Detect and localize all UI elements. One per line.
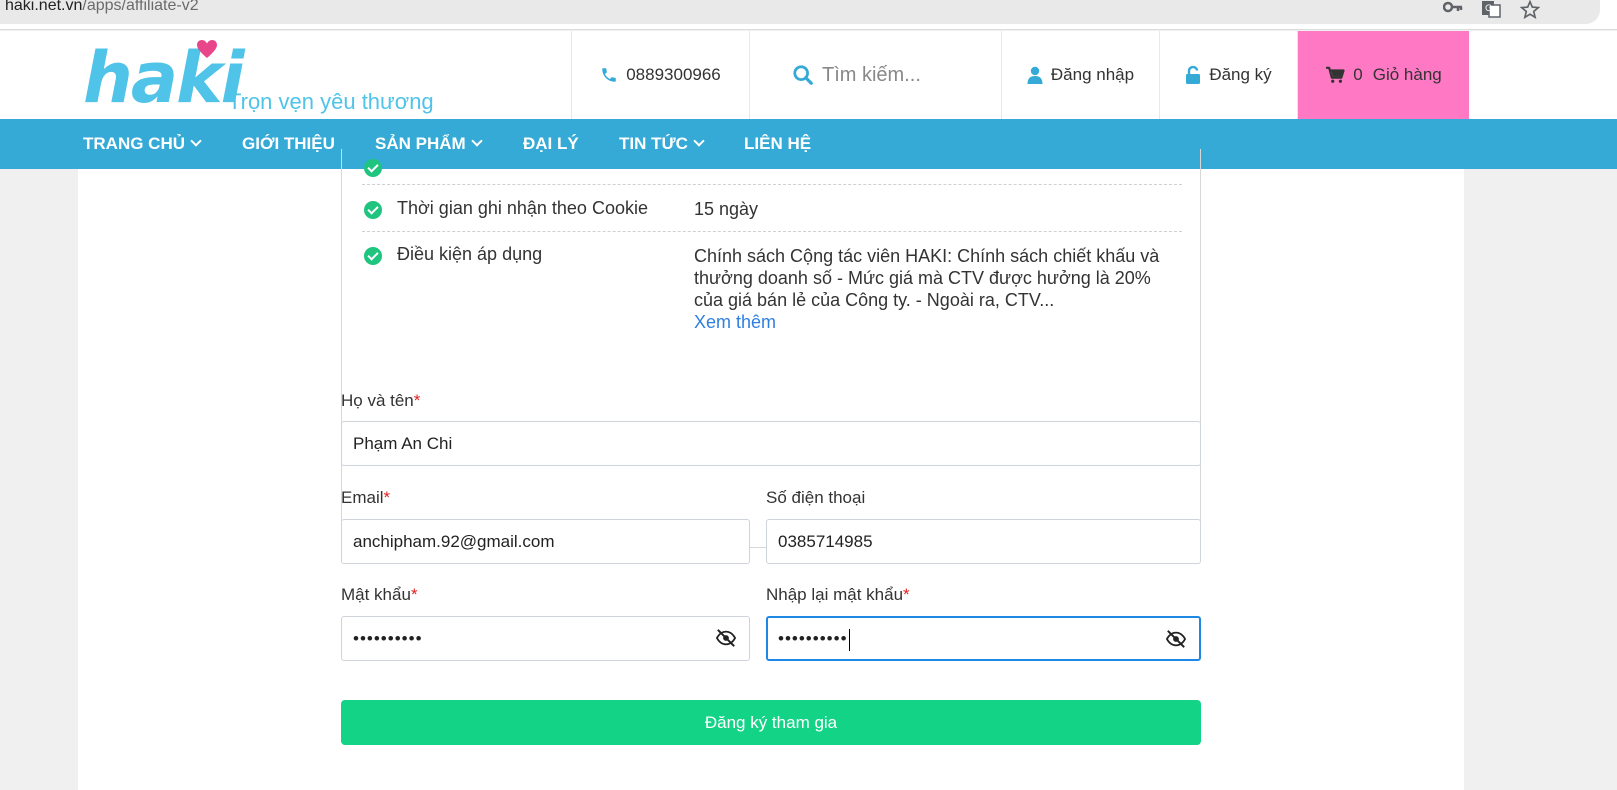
cookie-duration-label: Thời gian ghi nhận theo Cookie: [397, 198, 648, 218]
hotline-number: 0889300966: [626, 65, 721, 84]
user-icon: [1027, 66, 1043, 84]
logo-word: haki: [83, 37, 245, 119]
password-label: Mật khẩu*: [341, 585, 418, 604]
url-text: haki.net.vn/apps/affiliate-v2: [5, 0, 199, 14]
haki-logo[interactable]: haki Trọn vẹn yêu thương: [83, 37, 443, 121]
cart-button[interactable]: 0 Giỏ hàng: [1297, 31, 1469, 119]
password-value: ••••••••••: [353, 629, 423, 648]
phone-label: Số điện thoại: [766, 488, 866, 507]
row-divider: [362, 184, 1182, 185]
unlock-icon: [1186, 65, 1201, 84]
check-icon: [364, 247, 382, 265]
conditions-line-2: thưởng doanh số - Mức giá mà CTV được hư…: [694, 268, 1151, 288]
fullname-label: Họ và tên*: [341, 391, 421, 410]
login-label: Đăng nhập: [1050, 65, 1135, 84]
text-caret: [848, 628, 850, 651]
see-more-link[interactable]: Xem thêm: [694, 312, 776, 333]
key-icon[interactable]: [1442, 0, 1463, 18]
submit-button[interactable]: Đăng ký tham gia: [341, 700, 1201, 745]
heart-icon: [197, 40, 217, 58]
cookie-duration-value: 15 ngày: [694, 199, 759, 219]
chevron-down-icon: [471, 135, 483, 147]
check-icon: [364, 159, 382, 177]
phone-input[interactable]: 0385714985: [766, 519, 1201, 564]
email-input[interactable]: anchipham.92@gmail.com: [341, 519, 750, 564]
login-link[interactable]: Đăng nhập: [1001, 31, 1159, 119]
content-panel: Thời gian ghi nhận theo Cookie 15 ngày Đ…: [78, 149, 1464, 790]
search-placeholder: Tìm kiếm...: [822, 63, 921, 86]
check-icon: [364, 201, 382, 219]
nav-about[interactable]: GIỚI THIỆU: [242, 119, 335, 169]
conditions-line-1: Chính sách Cộng tác viên HAKI: Chính sác…: [694, 246, 1160, 266]
site-header: haki Trọn vẹn yêu thương 0889300966 Tìm …: [0, 31, 1617, 119]
nav-home[interactable]: TRANG CHỦ: [83, 119, 202, 169]
email-label: Email*: [341, 488, 391, 507]
conditions-label: Điều kiện áp dụng: [397, 244, 543, 264]
url-field[interactable]: haki.net.vn/apps/affiliate-v2: [0, 0, 1600, 24]
translate-icon[interactable]: G: [1481, 0, 1501, 18]
search-icon: [793, 65, 813, 85]
eye-slash-icon[interactable]: [1165, 629, 1187, 649]
cart-label: Giỏ hàng: [1372, 65, 1442, 84]
phone-icon: [602, 68, 616, 82]
confirm-password-label: Nhập lại mật khẩu*: [766, 585, 910, 604]
search-box[interactable]: Tìm kiếm...: [749, 31, 1001, 119]
chevron-down-icon: [693, 135, 705, 147]
register-label: Đăng ký: [1209, 65, 1272, 84]
fullname-input[interactable]: Phạm An Chi: [341, 421, 1201, 466]
confirm-password-input[interactable]: ••••••••••: [766, 616, 1201, 661]
logo-tagline: Trọn vẹn yêu thương: [228, 89, 434, 114]
chevron-down-icon: [190, 135, 202, 147]
row-divider: [362, 231, 1182, 232]
hotline[interactable]: 0889300966: [571, 31, 749, 119]
cart-count: 0: [1353, 65, 1363, 84]
bookmark-star-icon[interactable]: [1519, 0, 1541, 20]
eye-slash-icon[interactable]: [715, 628, 737, 648]
cart-icon: [1326, 66, 1345, 83]
confirm-password-value: ••••••••••: [778, 629, 848, 648]
browser-address-bar: haki.net.vn/apps/affiliate-v2 G: [0, 0, 1617, 30]
register-link[interactable]: Đăng ký: [1159, 31, 1297, 119]
svg-text:G: G: [1485, 4, 1492, 14]
password-input[interactable]: ••••••••••: [341, 616, 750, 661]
conditions-line-3: của giá bán lẻ của Công ty. - Ngoài ra, …: [694, 290, 1055, 310]
